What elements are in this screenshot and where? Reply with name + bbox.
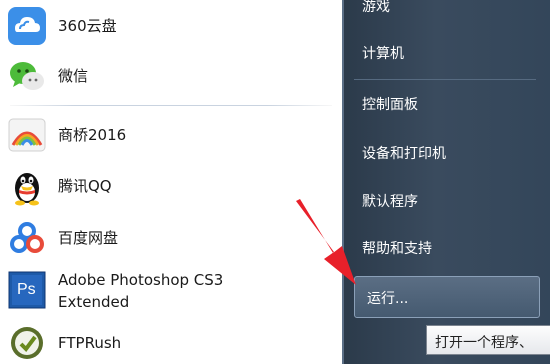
photoshop-icon: Ps xyxy=(6,269,48,311)
run-label: 运行... xyxy=(367,291,409,307)
program-item-wechat[interactable]: 微信 xyxy=(0,55,332,97)
menu-item-default-programs[interactable]: 默认程序 xyxy=(362,193,418,211)
program-label: 360云盘 xyxy=(58,17,117,35)
program-label: 商桥2016 xyxy=(58,126,127,144)
program-item-shangqiao[interactable]: 商桥2016 xyxy=(0,114,332,156)
program-item-baidu-netdisk[interactable]: 百度网盘 xyxy=(0,217,332,259)
program-label: FTPRush xyxy=(58,334,122,352)
program-item-360-cloud[interactable]: 360云盘 xyxy=(0,5,332,47)
360-cloud-icon xyxy=(6,5,48,47)
program-label-line2: Extended xyxy=(58,293,130,311)
list-separator xyxy=(10,105,332,106)
baidu-netdisk-icon xyxy=(6,217,48,259)
program-item-photoshop[interactable]: Ps Adobe Photoshop CS3 Extended xyxy=(0,266,332,314)
program-item-qq[interactable]: 腾讯QQ xyxy=(0,165,332,207)
menu-item-help-support[interactable]: 帮助和支持 xyxy=(362,240,432,258)
menu-item-control-panel[interactable]: 控制面板 xyxy=(362,96,418,114)
program-label: 百度网盘 xyxy=(58,229,119,247)
program-label: 腾讯QQ xyxy=(58,177,112,195)
shangqiao-icon xyxy=(6,114,48,156)
menu-item-devices-printers[interactable]: 设备和打印机 xyxy=(362,145,446,163)
tooltip: 打开一个程序、 xyxy=(426,325,550,355)
programs-pane: 360云盘 微信 商桥2016 腾讯QQ 百度网盘 Ps Adobe Photo… xyxy=(0,0,343,364)
photoshop-icon-text: Ps xyxy=(17,281,36,298)
menu-item-run[interactable]: 运行... xyxy=(354,276,540,318)
program-item-ftprush[interactable]: FTPRush xyxy=(0,322,332,364)
menu-item-computer[interactable]: 计算机 xyxy=(362,45,404,63)
tooltip-text: 打开一个程序、 xyxy=(435,335,533,351)
ftprush-icon xyxy=(6,322,48,364)
program-label: Adobe Photoshop CS3 xyxy=(58,271,224,289)
menu-separator xyxy=(354,79,536,80)
menu-item-games[interactable]: 游戏 xyxy=(362,0,390,16)
program-label: 微信 xyxy=(58,67,89,85)
wechat-icon xyxy=(6,55,48,97)
qq-penguin-icon xyxy=(6,165,48,207)
